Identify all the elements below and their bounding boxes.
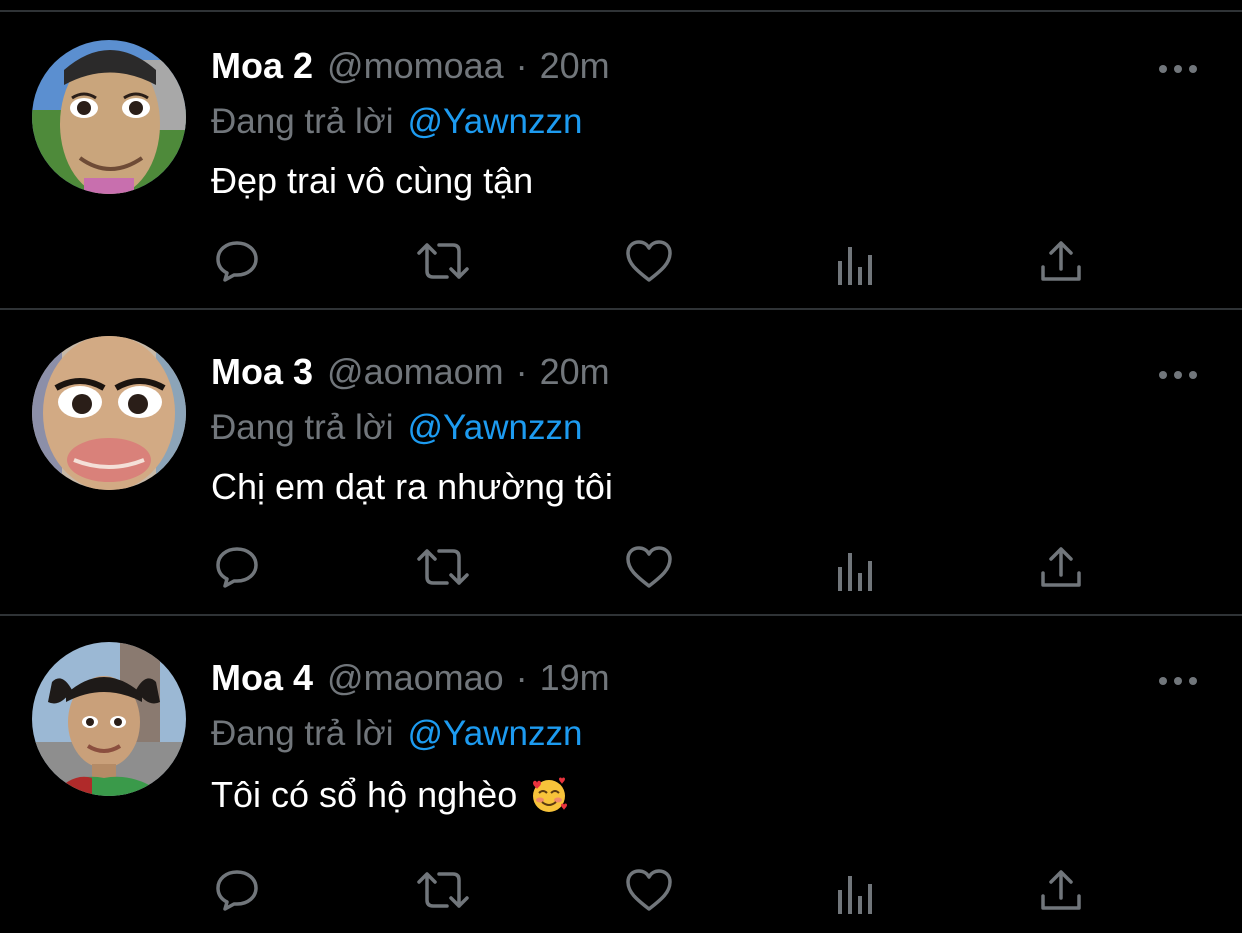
retweet-button[interactable]: [415, 233, 471, 289]
reply-button[interactable]: [209, 233, 265, 289]
like-button[interactable]: [621, 539, 677, 595]
views-bar-chart-icon: [838, 247, 872, 285]
views-button[interactable]: [828, 543, 884, 599]
tweet-divider: [0, 614, 1242, 616]
tweet-item[interactable]: Moa 2 @momoaa · 20m Đang trả lời @Yawnzz…: [0, 12, 1242, 310]
tweet-divider: [0, 308, 1242, 310]
tweet-item[interactable]: Moa 3 @aomaom · 20m Đang trả lời @Yawnzz…: [0, 318, 1242, 616]
like-button[interactable]: [621, 862, 677, 918]
share-button[interactable]: [1033, 862, 1089, 918]
share-upload-icon: [1041, 241, 1081, 281]
retweet-icon: [417, 243, 469, 279]
action-bar: [0, 12, 1242, 310]
views-bar-chart-icon: [838, 876, 872, 914]
heart-icon: [626, 869, 672, 911]
reply-bubble-icon: [216, 241, 258, 282]
share-upload-icon: [1041, 870, 1081, 910]
action-bar: [0, 318, 1242, 616]
heart-icon: [626, 546, 672, 588]
retweet-button[interactable]: [415, 862, 471, 918]
reply-bubble-icon: [216, 547, 258, 588]
retweet-icon: [417, 549, 469, 585]
reply-bubble-icon: [216, 870, 258, 911]
tweet-item[interactable]: Moa 4 @maomao · 19m Đang trả lời @Yawnzz…: [0, 624, 1242, 933]
share-button[interactable]: [1033, 233, 1089, 289]
action-bar: [0, 624, 1242, 933]
retweet-button[interactable]: [415, 539, 471, 595]
like-button[interactable]: [621, 233, 677, 289]
retweet-icon: [417, 872, 469, 908]
views-button[interactable]: [828, 237, 884, 293]
views-bar-chart-icon: [838, 553, 872, 591]
views-button[interactable]: [828, 866, 884, 922]
reply-button[interactable]: [209, 862, 265, 918]
heart-icon: [626, 240, 672, 282]
share-button[interactable]: [1033, 539, 1089, 595]
share-upload-icon: [1041, 547, 1081, 587]
reply-button[interactable]: [209, 539, 265, 595]
